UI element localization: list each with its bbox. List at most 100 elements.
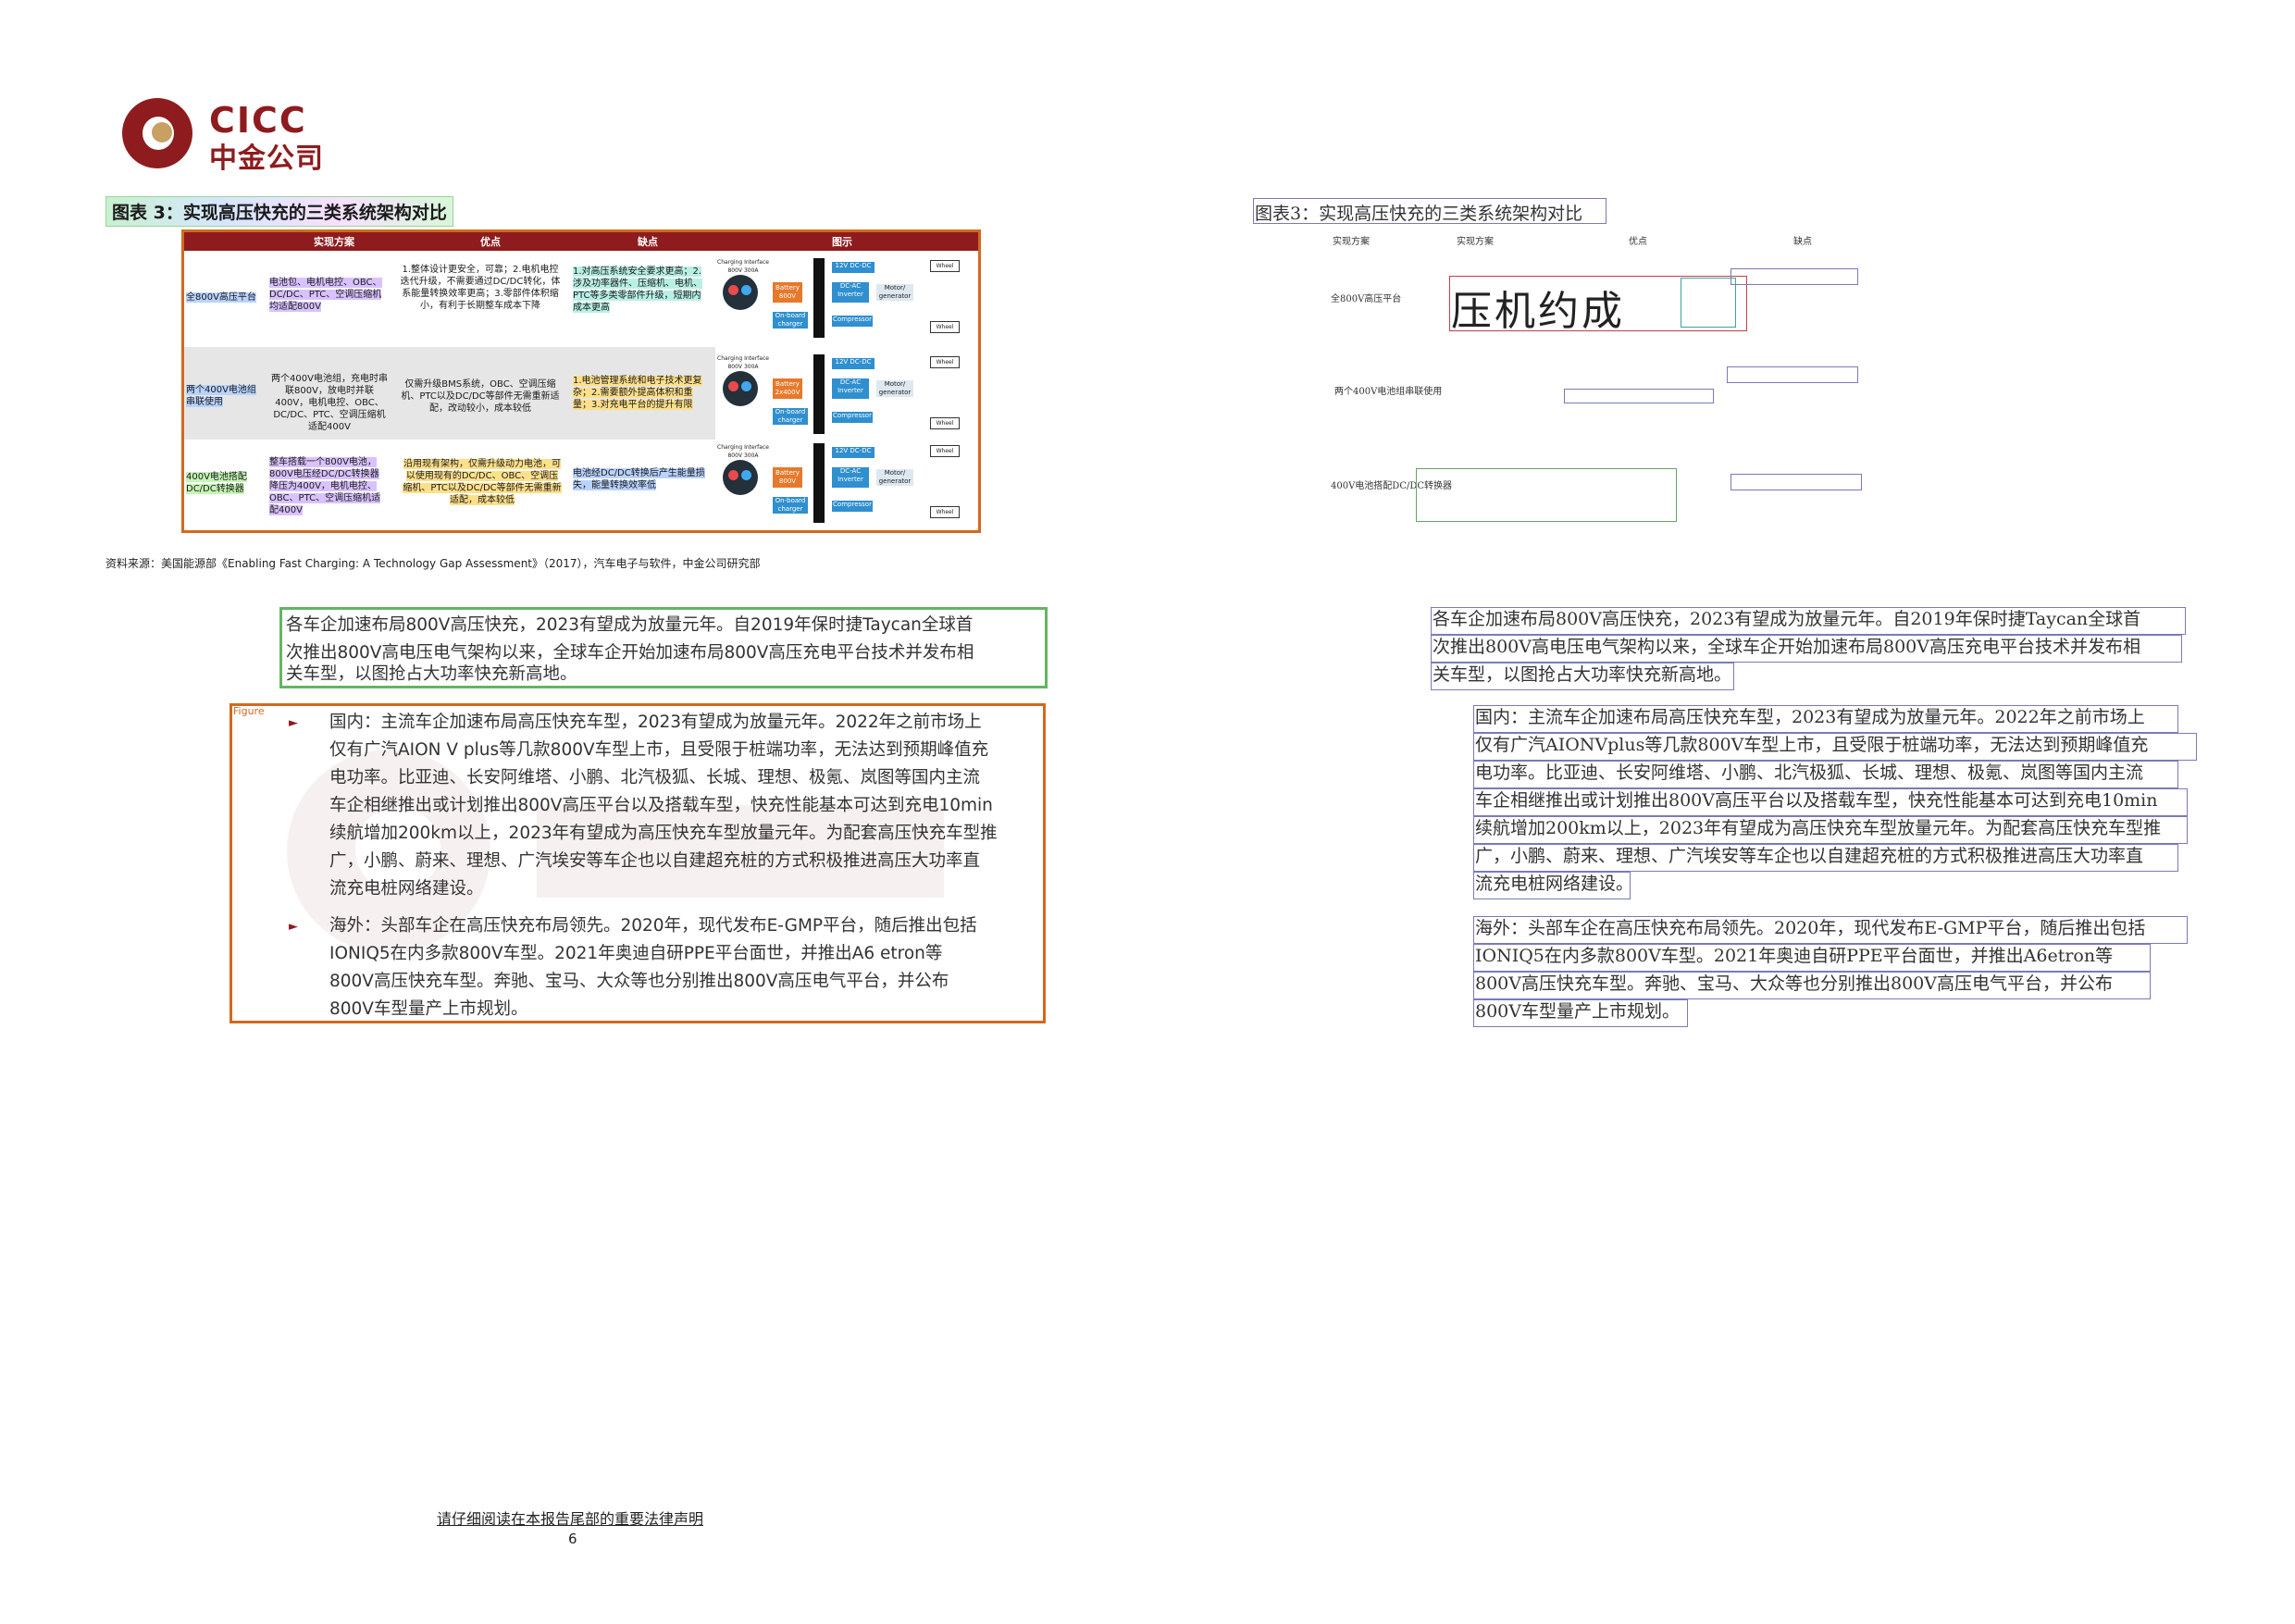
ocr-bbox (1731, 268, 1858, 285)
ocr-bbox (1416, 468, 1677, 522)
page-number: 6 (568, 1531, 577, 1547)
ocr-bbox (1473, 844, 2178, 872)
domestic-line: 流充电桩网络建设。 (329, 879, 484, 899)
row-cons: 1.对高压系统安全要求更高；2.涉及功率器件、压缩机、电机、PTC等多类零部件升… (573, 267, 702, 313)
overseas-line: 海外：头部车企在高压快充布局领先。2020年，现代发布E-GMP平台，随后推出包… (329, 916, 977, 936)
ocr-bbox (1253, 198, 1606, 224)
charger-box: On-board charger (773, 312, 808, 329)
architecture-diagram: Charging Interface 800V 300A Battery 800… (715, 443, 965, 523)
ocr-overseas: 海外：头部车企在高压快充布局领先。2020年，现代发布E-GMP平台，随后推出包… (1473, 914, 2271, 1029)
motor-box: Motor/ generator (876, 380, 913, 397)
ocr-domestic: 国内：主流车企加速布局高压快充车型，2023有望成为放量元年。2022年之前市场… (1473, 703, 2271, 907)
charging-interface-icon (723, 460, 758, 495)
ocr-bbox (1473, 733, 2197, 761)
table-row: 全800V高压平台 电池包、电机电控、OBC、DC/DC、PTC、空调压缩机均适… (184, 254, 978, 343)
ocr-bbox (1473, 705, 2178, 733)
domestic-line: 仅有广汽AION V plus等几款800V车型上市，且受限于桩端功率，无法达到… (329, 740, 989, 760)
row-plan: 两个400V电池组串联使用 (186, 385, 256, 407)
dc-bus-bar (813, 443, 825, 523)
ocr-bbox (1473, 972, 2151, 999)
ocr-bbox (1564, 389, 1714, 403)
domestic-line: 广，小鹏、蔚来、理想、广汽埃安等车企也以自建超充桩的方式积极推进高压大功率直 (329, 851, 981, 871)
overseas-line: 800V高压快充车型。奔驰、宝马、大众等也分别推出800V高压电气平台，并公布 (329, 972, 949, 991)
architecture-diagram: Charging Interface 800V 300A Battery 2x4… (715, 354, 965, 434)
wheel-icon: Wheel (930, 506, 960, 518)
charging-interface-icon (723, 275, 758, 310)
row-pros: 仅需升级BMS系统，OBC、空调压缩机、PTC以及DC/DC等部件无需重新适配，… (401, 379, 560, 414)
ocr-bbox (1473, 944, 2151, 972)
ocr-bbox (1473, 872, 1631, 899)
overseas-line: IONIQ5在内多款800V车型。2021年奥迪自研PPE平台面世，并推出A6 … (329, 944, 943, 963)
ocr-bbox (1431, 663, 1734, 690)
table-row: 两个400V电池组串联使用 两个400V电池组，充电时串联800V，放电时并联4… (184, 347, 715, 440)
ocr-row-label: 两个400V电池组串联使用 (1334, 387, 1443, 397)
ocr-header: 实现方案 (1457, 237, 1494, 247)
header-cons: 缺点 (638, 236, 658, 248)
battery-box: Battery 800V (773, 282, 802, 303)
header-pros: 优点 (480, 236, 501, 248)
motor-box: Motor/ generator (876, 284, 913, 301)
ocr-bbox (1473, 761, 2178, 788)
paragraph-line: 各车企加速布局800V高压快充，2023有望成为放量元年。自2019年保时捷Ta… (286, 615, 974, 635)
header-diagram: 图示 (832, 236, 852, 248)
charging-interface-icon (723, 371, 758, 406)
ocr-bbox (1473, 916, 2188, 944)
row-cons: 1.电池管理系统和电子技术更复杂；2.需要额外提高体积和重量；3.对充电平台的提… (573, 376, 702, 410)
cicc-logo-dot (152, 122, 172, 143)
ocr-header: 优点 (1629, 237, 1647, 247)
ocr-bbox (1473, 816, 2188, 844)
ocr-bbox (1431, 607, 2186, 635)
paragraph-line: 关车型，以图抢占大功率快充新高地。 (286, 664, 577, 684)
row-cons: 电池经DC/DC转换后产生能量损失，能量转换效率低 (573, 468, 705, 490)
ocr-bbox (1681, 278, 1736, 328)
overseas-line: 800V车型量产上市规划。 (329, 999, 528, 1019)
compressor-box: Compressor (832, 316, 873, 327)
ocr-intro-paragraph: 各车企加速布局800V高压快充，2023有望成为放量元年。自2019年保时捷Ta… (1431, 605, 2265, 698)
compressor-box: Compressor (832, 412, 873, 423)
dc-bus-bar (813, 354, 825, 434)
row-pros: 1.整体设计更安全，可靠；2.电机电控迭代升级，不需要通过DC/DC转化，体系能… (400, 265, 561, 311)
domestic-line: 车企相继推出或计划推出800V高压平台以及搭载车型，快充性能基本可达到充电10m… (329, 796, 993, 815)
ocr-bbox (1473, 788, 2188, 816)
logo-text-cn: 中金公司 (209, 143, 324, 175)
bullet-arrow-icon: ► (289, 716, 298, 730)
wheel-icon: Wheel (930, 445, 960, 457)
battery-box: Battery 2x400V (773, 378, 802, 399)
ocr-header: 实现方案 (1333, 237, 1370, 247)
wheel-icon: Wheel (930, 260, 960, 272)
ocr-bbox (1727, 366, 1858, 383)
ocr-row-label: 全800V高压平台 (1331, 294, 1402, 304)
dcdc-box: 12V DC-DC (832, 358, 875, 369)
row-plan: 400V电池搭配DC/DC转换器 (186, 472, 247, 494)
wheel-icon: Wheel (930, 356, 960, 368)
intro-paragraph: 各车企加速布局800V高压快充，2023有望成为放量元年。自2019年保时捷Ta… (279, 607, 1048, 688)
charger-box: On-board charger (773, 497, 808, 514)
legal-notice: 请仔细阅读在本报告尾部的重要法律声明 (437, 1510, 704, 1528)
inverter-box: DC-AC Inverter (832, 282, 869, 303)
figure-source: 资料来源：美国能源部《Enabling Fast Charging: A Tec… (105, 557, 761, 570)
battery-box: Battery 800V (773, 467, 802, 488)
architecture-diagram: Charging Interface 800V 300A Battery 800… (715, 258, 965, 338)
wheel-icon: Wheel (930, 417, 960, 429)
domestic-line: 续航增加200km以上，2023年有望成为高压快充车型放量元年。为配套高压快充车… (329, 824, 998, 843)
dcdc-box: 12V DC-DC (832, 262, 875, 273)
ocr-bbox (1473, 999, 1688, 1027)
charger-box: On-board charger (773, 408, 808, 425)
row-approach: 电池包、电机电控、OBC、DC/DC、PTC、空调压缩机均适配800V (269, 278, 382, 312)
row-plan: 全800V高压平台 (186, 292, 256, 303)
motor-box: Motor/ generator (876, 469, 913, 486)
table-header: 实现方案 优点 缺点 图示 (184, 232, 978, 251)
table-row: 400V电池搭配DC/DC转换器 整车搭载一个800V电池，800V电压经DC/… (184, 443, 978, 527)
ocr-bbox (1431, 635, 2182, 663)
inverter-box: DC-AC Inverter (832, 467, 869, 488)
domestic-line: 国内：主流车企加速布局高压快充车型，2023有望成为放量元年。2022年之前市场… (329, 713, 982, 732)
wheel-icon: Wheel (930, 321, 960, 333)
paragraph-line: 次推出800V高电压电气架构以来，全球车企开始加速布局800V高压充电平台技术并… (286, 643, 974, 663)
header-plan: 实现方案 (314, 236, 354, 248)
figure-title: 图表 3：实现高压快充的三类系统架构对比 (105, 196, 453, 227)
compressor-box: Compressor (832, 501, 873, 512)
ocr-header: 缺点 (1793, 237, 1812, 247)
dc-bus-bar (813, 258, 825, 338)
bullet-list: ► 国内：主流车企加速布局高压快充车型，2023有望成为放量元年。2022年之前… (289, 709, 1048, 1023)
domestic-line: 电功率。比亚迪、长安阿维塔、小鹏、北汽极狐、长城、理想、极氪、岚图等国内主流 (329, 768, 981, 787)
